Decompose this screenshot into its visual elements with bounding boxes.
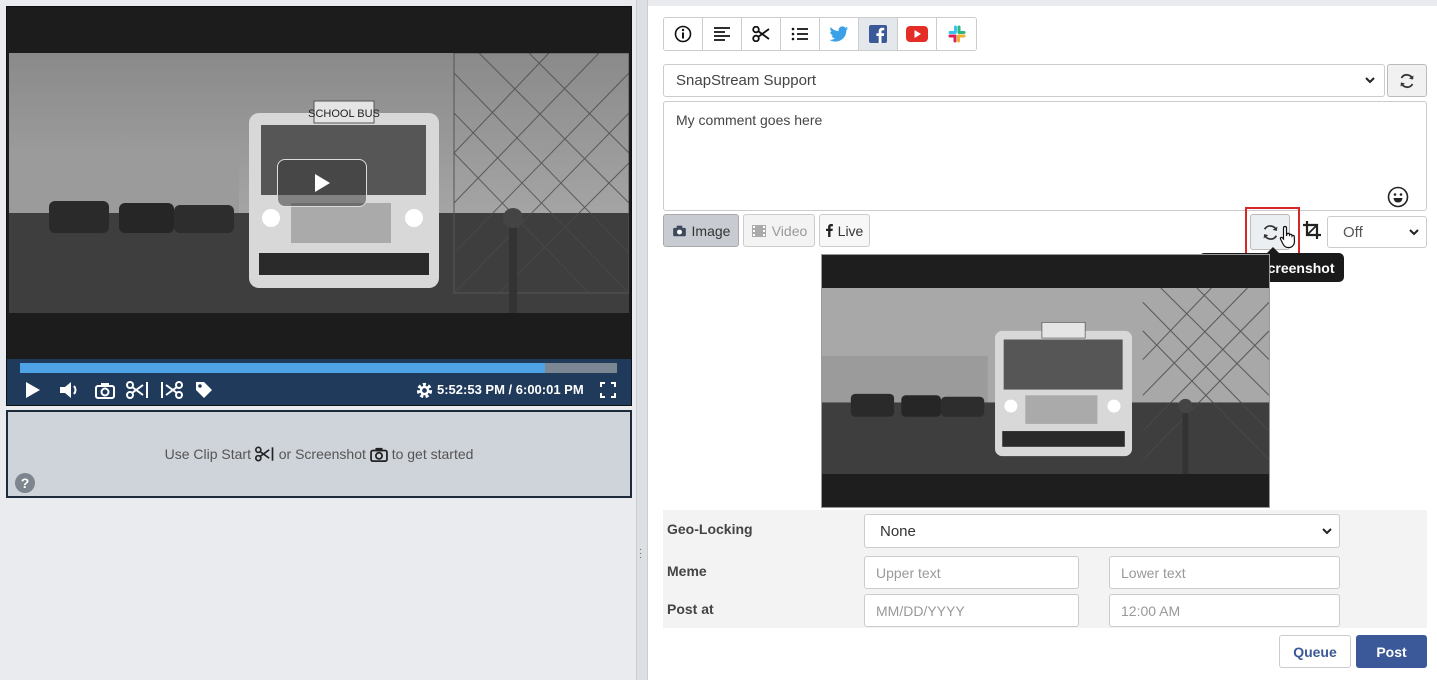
camera-icon bbox=[672, 225, 686, 236]
post-at-label: Post at bbox=[667, 601, 714, 617]
msg-part-3: to get started bbox=[391, 446, 474, 462]
right-pane: SnapStream Support Image Video Live Off … bbox=[648, 6, 1437, 680]
left-pane: SCHOOL BUS 5:52:53 PM / 6:00:01 PM Use C… bbox=[0, 0, 636, 680]
queue-button[interactable]: Queue bbox=[1279, 635, 1351, 668]
settings-button[interactable] bbox=[413, 377, 435, 403]
text-align-icon bbox=[714, 27, 730, 41]
tab-slack[interactable] bbox=[937, 18, 976, 50]
video-mode-label: Video bbox=[771, 222, 808, 239]
geo-selected-value: None bbox=[880, 522, 916, 540]
post-button[interactable]: Post bbox=[1356, 635, 1427, 668]
crop-select[interactable]: Off bbox=[1327, 216, 1427, 248]
hand-cursor-icon bbox=[1279, 225, 1296, 249]
destination-tabs bbox=[663, 17, 977, 51]
chevron-down-icon bbox=[1365, 77, 1375, 84]
progress-fill bbox=[20, 363, 546, 373]
time-display: 5:52:53 PM / 6:00:01 PM bbox=[437, 382, 584, 397]
tab-list[interactable] bbox=[781, 18, 820, 50]
tab-info[interactable] bbox=[664, 18, 703, 50]
clip-start-icon bbox=[254, 446, 274, 462]
film-icon bbox=[751, 224, 766, 237]
clip-area: Use Clip Start or Screenshot to get star… bbox=[6, 410, 632, 498]
chevron-down-icon bbox=[1409, 229, 1419, 236]
play-button[interactable] bbox=[22, 377, 44, 403]
player-controls: 5:52:53 PM / 6:00:01 PM bbox=[7, 359, 631, 405]
current-time: 5:52:53 PM bbox=[437, 382, 505, 397]
msg-part-1: Use Clip Start bbox=[164, 446, 251, 462]
camera-icon bbox=[95, 382, 115, 399]
facebook-icon bbox=[869, 25, 887, 43]
progress-bar[interactable] bbox=[20, 363, 617, 373]
post-date-input[interactable] bbox=[864, 594, 1079, 627]
pane-splitter[interactable]: · · · bbox=[636, 0, 648, 680]
account-selected-value: SnapStream Support bbox=[676, 72, 817, 89]
meme-lower-text-input[interactable] bbox=[1109, 556, 1340, 589]
fullscreen-button[interactable] bbox=[597, 377, 619, 403]
help-icon[interactable]: ? bbox=[15, 473, 35, 493]
live-mode-label: Live bbox=[837, 222, 864, 239]
tab-facebook[interactable] bbox=[859, 18, 898, 50]
time-separator: / bbox=[504, 382, 516, 397]
geo-locking-select[interactable]: None bbox=[864, 514, 1340, 548]
tab-description[interactable] bbox=[703, 18, 742, 50]
info-icon bbox=[674, 25, 692, 43]
volume-button[interactable] bbox=[57, 377, 83, 403]
crop-icon[interactable] bbox=[1302, 220, 1322, 240]
crop-selected-value: Off bbox=[1343, 223, 1363, 241]
clip-end-icon bbox=[161, 381, 183, 399]
live-mode-button[interactable]: Live bbox=[819, 214, 870, 247]
slack-icon bbox=[948, 25, 965, 43]
camera-icon bbox=[369, 447, 388, 462]
account-select[interactable]: SnapStream Support bbox=[663, 64, 1385, 97]
clip-end-button[interactable] bbox=[159, 377, 185, 403]
meme-label: Meme bbox=[667, 563, 707, 579]
gear-icon bbox=[416, 382, 432, 398]
fullscreen-icon bbox=[600, 382, 616, 398]
tab-youtube[interactable] bbox=[898, 18, 937, 50]
refresh-icon bbox=[1263, 224, 1277, 240]
video-mode-button[interactable]: Video bbox=[743, 214, 815, 247]
screenshot-preview bbox=[821, 254, 1270, 508]
splitter-grip-icon[interactable]: · · · bbox=[639, 545, 642, 563]
post-time-input[interactable] bbox=[1109, 594, 1340, 627]
refresh-icon bbox=[1400, 73, 1414, 88]
tag-icon bbox=[196, 382, 212, 398]
post-options: Geo-Locking None Meme Post at bbox=[663, 510, 1427, 628]
refresh-accounts-button[interactable] bbox=[1387, 64, 1427, 97]
msg-part-2: or Screenshot bbox=[278, 446, 366, 462]
emoji-icon[interactable] bbox=[1387, 186, 1409, 208]
meme-upper-text-input[interactable] bbox=[864, 556, 1079, 589]
bus-sign-text: SCHOOL BUS bbox=[308, 108, 380, 120]
facebook-f-icon bbox=[825, 224, 833, 237]
play-icon bbox=[315, 174, 330, 192]
tab-clip[interactable] bbox=[742, 18, 781, 50]
chevron-down-icon bbox=[1322, 528, 1332, 535]
video-player[interactable]: SCHOOL BUS 5:52:53 PM / 6:00:01 PM bbox=[6, 6, 632, 406]
twitter-icon bbox=[829, 25, 849, 42]
tag-button[interactable] bbox=[192, 377, 216, 403]
list-icon bbox=[791, 27, 808, 41]
end-time: 6:00:01 PM bbox=[515, 382, 584, 397]
play-icon bbox=[26, 382, 40, 398]
clip-start-icon bbox=[126, 381, 148, 399]
clip-start-button[interactable] bbox=[125, 377, 151, 403]
big-play-button[interactable] bbox=[277, 159, 367, 207]
get-started-message: Use Clip Start or Screenshot to get star… bbox=[8, 446, 630, 462]
volume-icon bbox=[60, 382, 77, 398]
screenshot-button[interactable] bbox=[93, 377, 117, 403]
tab-twitter[interactable] bbox=[820, 18, 859, 50]
video-frame[interactable]: SCHOOL BUS bbox=[9, 53, 629, 313]
image-mode-button[interactable]: Image bbox=[663, 214, 739, 247]
geo-locking-label: Geo-Locking bbox=[667, 521, 753, 537]
comment-input[interactable] bbox=[663, 101, 1427, 211]
image-mode-label: Image bbox=[691, 222, 731, 239]
youtube-icon bbox=[906, 26, 928, 42]
preview-image bbox=[822, 288, 1269, 474]
scissors-icon bbox=[752, 26, 770, 42]
